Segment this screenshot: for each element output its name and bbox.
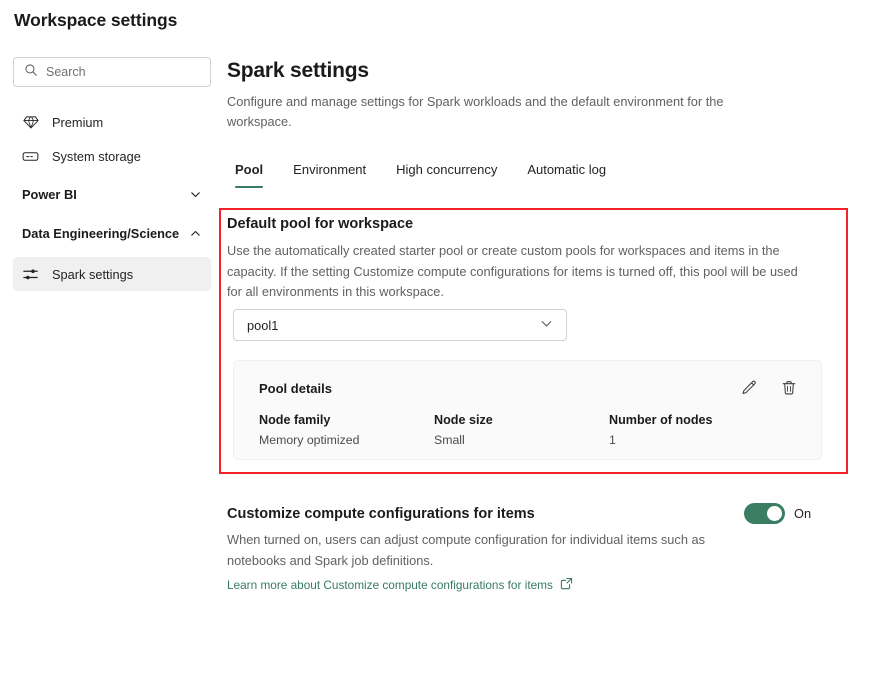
sidebar-nav: Premium System storage Power BI [0,105,225,291]
sidebar-item-spark-settings[interactable]: Spark settings [13,257,211,291]
pool-detail-key: Node family [259,413,434,427]
nav-spacer [0,173,225,186]
customize-compute-title: Customize compute configurations for ite… [227,506,535,522]
pool-detail-key: Node size [434,413,609,427]
chevron-down-icon [189,188,203,205]
pool-detail-key: Number of nodes [609,413,784,427]
tab-pool[interactable]: Pool [227,162,278,188]
sidebar-item-label: Spark settings [52,267,133,282]
pool-details-title: Pool details [259,381,332,396]
sidebar-group-label: Power BI [22,186,77,203]
pool-details-actions [739,378,799,398]
sidebar-item-system-storage[interactable]: System storage [0,139,225,173]
chevron-up-icon [189,227,203,244]
pool-detail-node-size: Node size Small [434,413,609,447]
default-pool-title: Default pool for workspace [227,216,413,232]
sidebar-item-label: Premium [52,115,103,130]
external-link-icon [560,577,573,593]
tab-environment[interactable]: Environment [278,162,381,188]
customize-compute-toggle[interactable] [744,503,785,524]
pool-detail-value: Small [434,433,609,447]
pool-detail-value: Memory optimized [259,433,434,447]
sidebar-group-data-engineering-science[interactable]: Data Engineering/Science [0,225,225,251]
search-input[interactable]: Search [13,57,211,87]
section-subtitle: Configure and manage settings for Spark … [227,92,782,132]
customize-compute-toggle-group: On [744,503,811,524]
trash-icon[interactable] [779,378,799,398]
tab-automatic-log[interactable]: Automatic log [512,162,621,188]
storage-icon [22,148,39,165]
nav-spacer [0,212,225,225]
sidebar-item-label: System storage [52,149,141,164]
main-content: Spark settings Configure and manage sett… [226,50,881,674]
learn-more-link[interactable]: Learn more about Customize compute confi… [227,577,573,593]
toggle-knob [767,506,782,521]
section-title: Spark settings [227,59,369,83]
search-icon [24,63,38,82]
learn-more-link-label: Learn more about Customize compute confi… [227,578,553,592]
default-pool-select[interactable]: pool1 [233,309,567,341]
pool-details-card: Pool details Node family Memor [233,360,822,460]
page-title: Workspace settings [14,10,177,31]
diamond-icon [22,114,39,131]
customize-compute-description: When turned on, users can adjust compute… [227,530,737,571]
pencil-icon[interactable] [739,378,759,398]
toggle-state-label: On [794,506,811,521]
search-placeholder: Search [46,65,86,79]
sliders-icon [22,266,39,283]
sidebar-item-premium[interactable]: Premium [0,105,225,139]
chevron-down-icon [539,316,554,334]
pool-detail-number-of-nodes: Number of nodes 1 [609,413,784,447]
pool-details-columns: Node family Memory optimized Node size S… [259,413,801,447]
pool-detail-node-family: Node family Memory optimized [259,413,434,447]
sidebar: Search Premium System storage [0,50,225,674]
tab-bar: Pool Environment High concurrency Automa… [227,162,621,188]
sidebar-group-label: Data Engineering/Science [22,225,179,242]
tab-high-concurrency[interactable]: High concurrency [381,162,512,188]
sidebar-group-power-bi[interactable]: Power BI [0,186,225,212]
pool-detail-value: 1 [609,433,784,447]
default-pool-select-value: pool1 [247,318,278,333]
default-pool-description: Use the automatically created starter po… [227,241,809,303]
